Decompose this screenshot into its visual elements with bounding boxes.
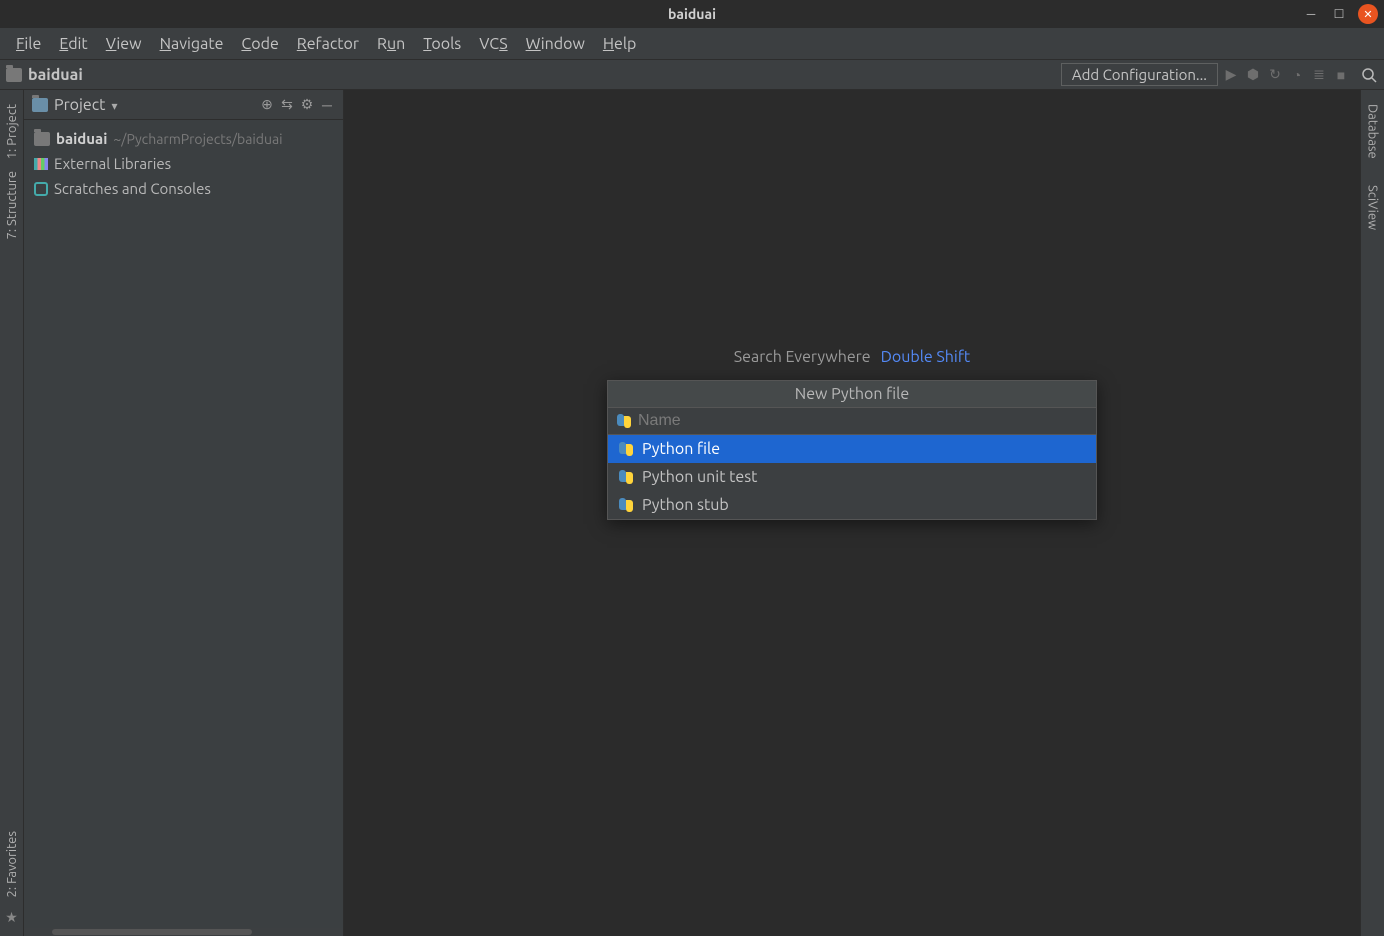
maximize-button[interactable]: ☐: [1330, 5, 1348, 23]
project-view-icon: [32, 98, 48, 112]
add-configuration-button[interactable]: Add Configuration...: [1061, 63, 1218, 86]
rail-database[interactable]: Database: [1366, 98, 1380, 165]
rail-project[interactable]: 1: Project: [5, 98, 19, 165]
hint-label: Search Everywhere: [734, 348, 871, 366]
tree-scratches-label: Scratches and Consoles: [54, 180, 211, 197]
menu-help[interactable]: Help: [595, 31, 645, 57]
run-icon[interactable]: ▶: [1222, 66, 1240, 84]
menu-view[interactable]: View: [98, 31, 150, 57]
python-icon: [618, 441, 634, 457]
python-icon: [618, 497, 634, 513]
new-python-file-popup: New Python file Python file Python unit …: [607, 380, 1097, 520]
tree-root-path: ~/PycharmProjects/baiduai: [113, 131, 282, 147]
popup-option-python-stub[interactable]: Python stub: [608, 491, 1096, 519]
close-button[interactable]: ✕: [1358, 4, 1378, 24]
locate-icon[interactable]: ⊕: [259, 97, 275, 113]
scrollbar-thumb[interactable]: [52, 929, 252, 935]
project-panel-header: Project ⊕ ⇆ ⚙ ─: [24, 90, 343, 120]
chevron-down-icon[interactable]: [111, 97, 117, 113]
popup-option-python-unit-test[interactable]: Python unit test: [608, 463, 1096, 491]
menu-file[interactable]: File: [8, 31, 49, 57]
project-panel-title[interactable]: Project: [54, 96, 105, 114]
stop-icon[interactable]: ■: [1332, 66, 1350, 84]
popup-option-label: Python stub: [642, 496, 729, 514]
menu-code[interactable]: Code: [233, 31, 286, 57]
popup-option-label: Python file: [642, 440, 720, 458]
search-everywhere-hint: Search Everywhere Double Shift: [734, 348, 970, 366]
main-area: 1: Project 7: Structure 2: Favorites ★ P…: [0, 90, 1384, 936]
profile-icon[interactable]: ◔: [1288, 66, 1306, 84]
tree-external-libraries[interactable]: External Libraries: [24, 151, 343, 176]
popup-options-list: Python file Python unit test Python stub: [608, 435, 1096, 519]
folder-icon: [34, 132, 50, 146]
left-tool-rail: 1: Project 7: Structure 2: Favorites ★: [0, 90, 24, 936]
menubar: File Edit View Navigate Code Refactor Ru…: [0, 28, 1384, 60]
python-icon: [618, 469, 634, 485]
project-panel-scrollbar[interactable]: [24, 928, 343, 936]
breadcrumb-project[interactable]: baiduai: [28, 66, 83, 84]
project-tree[interactable]: baiduai ~/PycharmProjects/baiduai Extern…: [24, 120, 343, 207]
hide-icon[interactable]: ─: [319, 97, 335, 113]
search-icon[interactable]: [1360, 66, 1378, 84]
debug-icon[interactable]: ⬢: [1244, 66, 1262, 84]
popup-option-label: Python unit test: [642, 468, 757, 486]
star-icon: ★: [5, 909, 18, 926]
menu-edit[interactable]: Edit: [51, 31, 95, 57]
menu-refactor[interactable]: Refactor: [289, 31, 367, 57]
popup-option-python-file[interactable]: Python file: [608, 435, 1096, 463]
editor-area: Search Everywhere Double Shift New Pytho…: [344, 90, 1360, 936]
collapse-icon[interactable]: ⇆: [279, 97, 295, 113]
libraries-icon: [34, 158, 48, 170]
menu-navigate[interactable]: Navigate: [152, 31, 232, 57]
menu-vcs[interactable]: VCS: [471, 31, 515, 57]
tree-external-libs-label: External Libraries: [54, 155, 171, 172]
coverage-icon[interactable]: ↻: [1266, 66, 1284, 84]
tree-root-name: baiduai: [56, 130, 107, 147]
project-tool-window: Project ⊕ ⇆ ⚙ ─ baiduai ~/PycharmProject…: [24, 90, 344, 936]
filename-input[interactable]: [638, 412, 1088, 430]
menu-run[interactable]: Run: [369, 31, 413, 57]
rail-sciview[interactable]: SciView: [1366, 179, 1380, 236]
concurrency-icon[interactable]: ≣: [1310, 66, 1328, 84]
gear-icon[interactable]: ⚙: [299, 97, 315, 113]
window-title: baiduai: [668, 6, 716, 22]
menu-window[interactable]: Window: [518, 31, 593, 57]
rail-structure[interactable]: 7: Structure: [5, 165, 19, 245]
minimize-button[interactable]: ─: [1302, 5, 1320, 23]
python-icon: [616, 413, 632, 429]
right-tool-rail: Database SciView: [1360, 90, 1384, 936]
menu-tools[interactable]: Tools: [415, 31, 469, 57]
scratches-icon: [34, 182, 48, 196]
navbar: baiduai Add Configuration... ▶ ⬢ ↻ ◔ ≣ ■: [0, 60, 1384, 90]
hint-key: Double Shift: [881, 348, 971, 366]
tree-root[interactable]: baiduai ~/PycharmProjects/baiduai: [24, 126, 343, 151]
window-controls: ─ ☐ ✕: [1302, 4, 1378, 24]
rail-favorites[interactable]: 2: Favorites: [5, 825, 19, 903]
titlebar: baiduai ─ ☐ ✕: [0, 0, 1384, 28]
tree-scratches[interactable]: Scratches and Consoles: [24, 176, 343, 201]
popup-input-row: [608, 408, 1096, 435]
popup-title: New Python file: [608, 381, 1096, 408]
folder-icon: [6, 68, 22, 82]
